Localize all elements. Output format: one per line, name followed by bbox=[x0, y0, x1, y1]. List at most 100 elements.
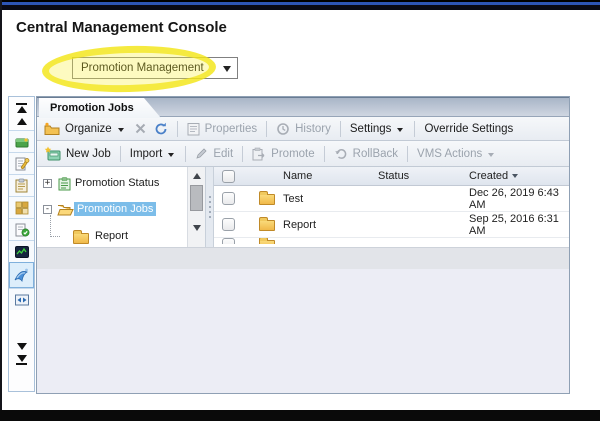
tree-item-promotion-jobs[interactable]: - Promotion Jobs bbox=[43, 199, 156, 219]
promotion-tree: + Promotion Status - bbox=[37, 167, 187, 247]
promotion-management-icon bbox=[13, 267, 30, 283]
edit-button[interactable]: Edit bbox=[213, 148, 233, 160]
import-dropdown-caret-icon[interactable] bbox=[168, 153, 174, 157]
sidebar-item-folders[interactable] bbox=[9, 130, 34, 152]
scrollbar-down-arrow-icon[interactable] bbox=[193, 225, 201, 231]
module-select-dropdown[interactable]: Promotion Management bbox=[72, 57, 238, 79]
sidebar-item-promotion-management[interactable] bbox=[9, 262, 34, 288]
row-checkbox[interactable] bbox=[222, 218, 235, 231]
organize-folder-icon bbox=[44, 122, 60, 135]
promotion-status-icon bbox=[57, 176, 72, 191]
pane-splitter[interactable] bbox=[205, 167, 214, 247]
sidebar-item-version-management[interactable] bbox=[9, 288, 34, 310]
scroll-top-bar-icon bbox=[16, 103, 27, 105]
history-icon bbox=[276, 122, 290, 136]
scroll-top-arrow-icon bbox=[17, 106, 27, 113]
tab-bar: Promotion Jobs bbox=[37, 97, 569, 117]
properties-icon bbox=[187, 122, 200, 136]
tree-connector-elbow bbox=[50, 236, 60, 237]
content-split: + Promotion Status - bbox=[37, 167, 569, 247]
sidebar-item-monitoring[interactable] bbox=[9, 240, 34, 262]
table-header-row: Name Status Created bbox=[214, 167, 569, 186]
import-button[interactable]: Import bbox=[130, 148, 163, 160]
scrollbar-up-arrow-icon[interactable] bbox=[193, 173, 201, 179]
open-folder-icon bbox=[57, 203, 74, 216]
window-top-border bbox=[0, 0, 600, 10]
page-title: Central Management Console bbox=[16, 19, 227, 36]
tree-item-label-selected: Promotion Jobs bbox=[74, 202, 156, 216]
column-header-name[interactable]: Name bbox=[283, 170, 378, 182]
history-button[interactable]: History bbox=[295, 123, 331, 135]
refresh-button[interactable] bbox=[154, 122, 168, 136]
table-row[interactable]: Test Dec 26, 2019 6:43 AM bbox=[214, 186, 569, 212]
column-header-label: Name bbox=[283, 170, 312, 182]
tree-item-report[interactable]: Report bbox=[73, 226, 131, 246]
settings-button[interactable]: Settings bbox=[350, 123, 392, 135]
column-header-label: Created bbox=[469, 170, 508, 182]
new-job-icon bbox=[44, 146, 61, 161]
sort-descending-icon bbox=[512, 174, 518, 178]
sidebar-item-settings[interactable] bbox=[9, 152, 34, 174]
tab-promotion-jobs[interactable]: Promotion Jobs bbox=[39, 98, 161, 118]
promote-button[interactable]: Promote bbox=[271, 148, 314, 160]
scroll-bottom-arrow-icon bbox=[17, 355, 27, 362]
vms-actions-button[interactable]: VMS Actions bbox=[417, 148, 482, 160]
table-row-clipped bbox=[214, 238, 569, 244]
sidebar-item-applications[interactable] bbox=[9, 196, 34, 218]
delete-x-button[interactable] bbox=[135, 123, 146, 134]
version-management-icon bbox=[14, 293, 30, 307]
delete-x-icon bbox=[135, 123, 146, 134]
main-panel: Promotion Jobs Organize bbox=[36, 96, 570, 394]
empty-workspace bbox=[37, 269, 569, 393]
collapse-minus-icon[interactable]: - bbox=[43, 205, 52, 214]
folder-icon bbox=[259, 194, 275, 205]
tree-connector-line bbox=[50, 215, 51, 237]
scrollbar-thumb[interactable] bbox=[190, 185, 203, 211]
sidebar-scroll-up-button[interactable] bbox=[9, 114, 34, 128]
row-checkbox[interactable] bbox=[222, 192, 235, 205]
row-checkbox bbox=[222, 238, 235, 244]
table-row[interactable]: Report Sep 25, 2016 6:31 AM bbox=[214, 212, 569, 238]
expand-plus-icon[interactable]: + bbox=[43, 179, 52, 188]
vms-actions-dropdown-caret-icon[interactable] bbox=[488, 153, 494, 157]
organize-button[interactable]: Organize bbox=[65, 123, 112, 135]
window-left-border bbox=[0, 0, 2, 421]
folder-icon bbox=[259, 240, 275, 244]
primary-toolbar: Organize Properties bbox=[37, 117, 569, 141]
sidebar-scroll-to-top-button[interactable] bbox=[9, 100, 34, 114]
folders-icon bbox=[14, 135, 30, 149]
sidebar-scroll-down-button[interactable] bbox=[9, 339, 34, 353]
jobs-table: Name Status Created Test Dec 26, 201 bbox=[214, 167, 569, 247]
monitoring-icon bbox=[14, 245, 30, 259]
rollback-icon bbox=[334, 147, 348, 160]
tree-item-promotion-status[interactable]: + Promotion Status bbox=[43, 173, 162, 193]
sidebar-item-auditing[interactable] bbox=[9, 218, 34, 240]
column-header-label: Status bbox=[378, 170, 409, 182]
cmc-screen: Central Management Console Promotion Man… bbox=[0, 0, 600, 421]
cell-name[interactable]: Report bbox=[283, 219, 378, 231]
folder-icon bbox=[259, 220, 275, 231]
auditing-icon bbox=[14, 222, 30, 237]
sidebar-icon-stack bbox=[9, 130, 34, 310]
scroll-up-arrow-icon bbox=[17, 118, 27, 125]
cell-name[interactable]: Test bbox=[283, 193, 378, 205]
column-header-created[interactable]: Created bbox=[469, 170, 569, 182]
secondary-toolbar: New Job Import Edit Promote bbox=[37, 141, 569, 167]
rollback-button[interactable]: RollBack bbox=[353, 148, 398, 160]
tree-scrollbar[interactable] bbox=[187, 167, 205, 247]
module-select-value: Promotion Management bbox=[81, 62, 204, 74]
scroll-down-arrow-icon bbox=[17, 343, 27, 350]
tree-item-label: Report bbox=[92, 229, 131, 243]
edit-pencil-icon bbox=[195, 147, 208, 160]
sidebar-scroll-to-bottom-button[interactable] bbox=[9, 353, 34, 367]
organize-dropdown-caret-icon[interactable] bbox=[118, 128, 124, 132]
select-all-checkbox[interactable] bbox=[222, 170, 235, 183]
properties-button[interactable]: Properties bbox=[205, 123, 257, 135]
column-header-status[interactable]: Status bbox=[378, 170, 469, 182]
tab-label: Promotion Jobs bbox=[50, 102, 134, 114]
new-job-button[interactable]: New Job bbox=[66, 148, 111, 160]
tree-item-label: Promotion Status bbox=[72, 176, 162, 190]
override-settings-button[interactable]: Override Settings bbox=[424, 123, 513, 135]
settings-dropdown-caret-icon[interactable] bbox=[397, 128, 403, 132]
sidebar-item-sessions[interactable] bbox=[9, 174, 34, 196]
